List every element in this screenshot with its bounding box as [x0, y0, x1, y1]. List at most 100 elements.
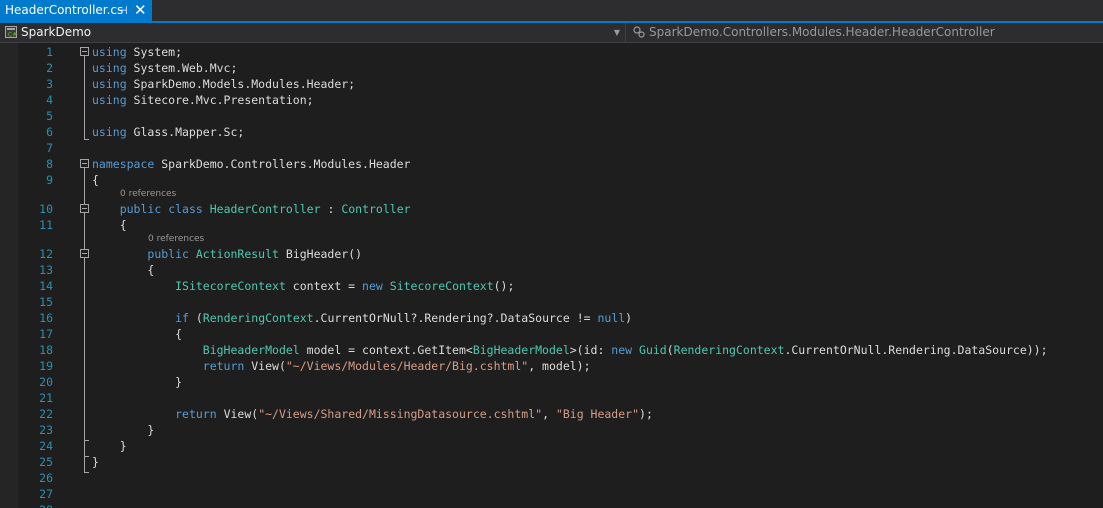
line-number: 25	[39, 455, 53, 469]
code-line[interactable]: 5	[0, 108, 1103, 124]
keyword-token: null	[597, 311, 626, 325]
chevron-down-icon[interactable]: ▼	[614, 23, 620, 42]
class-path: SparkDemo.Controllers.Modules.Header.Hea…	[649, 25, 995, 39]
keyword-token: using	[92, 61, 127, 75]
code-text: }	[92, 422, 154, 438]
type-token: ActionResult	[195, 247, 279, 261]
code-token: model = context.GetItem<	[299, 343, 473, 357]
tab-label: HeaderController.cs	[5, 3, 124, 17]
type-token: BigHeaderModel	[472, 343, 570, 357]
code-line[interactable]: 1 using System;	[0, 44, 1103, 60]
code-line[interactable]: 14 ISitecoreContext context = new Siteco…	[0, 278, 1103, 294]
code-token: ,	[542, 407, 556, 421]
code-line[interactable]: 20 }	[0, 374, 1103, 390]
code-token: {	[92, 173, 99, 187]
code-line[interactable]: 3 using SparkDemo.Models.Modules.Header;	[0, 76, 1103, 92]
code-line[interactable]: 25}	[0, 454, 1103, 470]
code-line[interactable]: 16 if (RenderingContext.CurrentOrNull?.R…	[0, 310, 1103, 326]
project-dropdown[interactable]: C# SparkDemo ▼	[0, 23, 626, 42]
code-token: Glass.Mapper.Sc;	[126, 125, 245, 139]
class-dropdown[interactable]: SparkDemo.Controllers.Modules.Header.Hea…	[628, 23, 1103, 42]
line-number: 26	[39, 471, 53, 485]
line-number: 3	[46, 77, 53, 91]
keyword-token: new	[362, 279, 383, 293]
line-number: 15	[39, 295, 53, 309]
csharp-project-icon: C#	[5, 26, 17, 38]
code-token: BigHeader()	[278, 247, 363, 261]
line-number: 8	[46, 157, 53, 171]
code-token: }	[92, 375, 183, 389]
code-line[interactable]: 4 using Sitecore.Mvc.Presentation;	[0, 92, 1103, 108]
code-token: }	[92, 423, 155, 437]
code-token: SparkDemo.Controllers.Modules.Header	[154, 157, 411, 171]
code-line[interactable]: 24 }	[0, 438, 1103, 454]
line-number: 27	[39, 487, 53, 501]
code-line[interactable]: 27	[0, 486, 1103, 502]
code-text: }	[92, 438, 127, 454]
project-name: SparkDemo	[21, 25, 92, 39]
code-line[interactable]: 2 using System.Web.Mvc;	[0, 60, 1103, 76]
code-text: using Glass.Mapper.Sc;	[92, 124, 244, 140]
code-token: .CurrentOrNull.Rendering.DataSource));	[784, 343, 1048, 357]
code-line[interactable]: 28	[0, 502, 1103, 508]
code-token: {	[92, 327, 183, 341]
code-text: return View("~/Views/Shared/MissingDatas…	[92, 406, 653, 422]
code-line[interactable]: 7	[0, 140, 1103, 156]
code-token: (	[666, 343, 674, 357]
keyword-token: using	[92, 77, 127, 91]
tab-headercontroller[interactable]: HeaderController.cs ⊣ ✕	[0, 0, 152, 21]
code-line[interactable]: 6 using Glass.Mapper.Sc;	[0, 124, 1103, 140]
code-line[interactable]: 18 BigHeaderModel model = context.GetIte…	[0, 342, 1103, 358]
code-text: {	[92, 172, 99, 188]
code-line[interactable]: 21	[0, 390, 1103, 406]
code-text: using System;	[92, 44, 182, 60]
close-icon[interactable]: ✕	[134, 0, 147, 21]
keyword-token: using	[92, 93, 127, 107]
code-line[interactable]: 19 return View("~/Views/Modules/Header/B…	[0, 358, 1103, 374]
type-token: BigHeaderModel	[202, 343, 300, 357]
pin-icon[interactable]: ⊣	[118, 0, 128, 21]
code-lens-references[interactable]: 0 references	[120, 186, 176, 202]
code-line[interactable]: 10 public class HeaderController : Contr…	[0, 201, 1103, 217]
code-line[interactable]: 13 {	[0, 262, 1103, 278]
line-number: 13	[39, 263, 53, 277]
code-lens-references[interactable]: 0 references	[148, 231, 204, 247]
keyword-token: public	[147, 247, 189, 261]
code-token: View(	[216, 407, 259, 421]
code-token: (	[188, 311, 203, 325]
string-token: "~/Views/Shared/MissingDatasource.cshtml…	[258, 407, 543, 421]
code-text: public ActionResult BigHeader()	[92, 246, 362, 262]
code-token: context =	[285, 279, 363, 293]
code-line[interactable]: 26	[0, 470, 1103, 486]
code-line[interactable]: 8 namespace SparkDemo.Controllers.Modules…	[0, 156, 1103, 172]
code-line[interactable]: 23 }	[0, 422, 1103, 438]
string-token: "~/Views/Modules/Header/Big.cshtml"	[285, 359, 529, 373]
code-line[interactable]: 17 {	[0, 326, 1103, 342]
line-number: 4	[46, 93, 53, 107]
code-line[interactable]: 12 public ActionResult BigHeader()	[0, 246, 1103, 262]
code-text: using SparkDemo.Models.Modules.Header;	[92, 76, 355, 92]
code-editor[interactable]: 1 using System; 2 using System.Web.Mvc; 3 usi…	[0, 43, 1103, 508]
code-line[interactable]: 22 return View("~/Views/Shared/MissingDa…	[0, 406, 1103, 422]
code-token: {	[92, 218, 127, 232]
code-line[interactable]: 15	[0, 294, 1103, 310]
code-token: System;	[126, 45, 183, 59]
document-tab-strip: HeaderController.cs ⊣ ✕	[0, 0, 1103, 23]
line-number: 21	[39, 391, 53, 405]
code-text: if (RenderingContext.CurrentOrNull?.Rend…	[92, 310, 632, 326]
code-text: {	[92, 262, 154, 278]
code-token: :	[320, 202, 342, 216]
code-token: {	[92, 263, 155, 277]
navigation-bar: C# SparkDemo ▼ SparkDemo.Controllers.Mod…	[0, 23, 1103, 43]
code-text: {	[92, 217, 127, 233]
type-token: ISitecoreContext	[175, 279, 286, 293]
code-token: )	[625, 311, 633, 325]
line-number: 14	[39, 279, 53, 293]
line-number: 24	[39, 439, 53, 453]
